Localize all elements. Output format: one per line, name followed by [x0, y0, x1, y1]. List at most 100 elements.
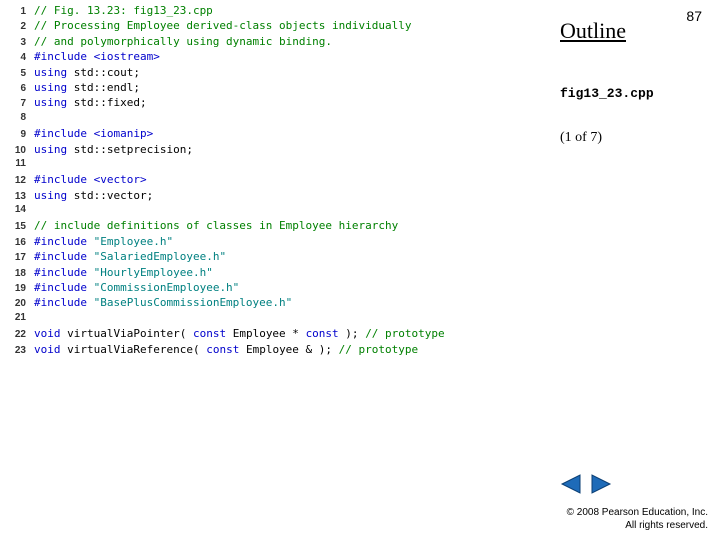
code-token: const [306, 327, 339, 340]
code-token: virtualViaReference( [61, 343, 207, 356]
code-line: 18#include "HourlyEmployee.h" [4, 266, 554, 281]
prev-button[interactable] [560, 474, 582, 494]
line-number: 22 [4, 329, 34, 340]
code-line: 7using std::fixed; [4, 96, 554, 111]
code-token: Employee * [226, 327, 305, 340]
code-line: 12#include <vector> [4, 173, 554, 188]
code-listing: 1// Fig. 13.23: fig13_23.cpp2// Processi… [4, 4, 554, 358]
line-number: 11 [4, 158, 34, 169]
line-number: 19 [4, 283, 34, 294]
code-token: <iostream> [94, 50, 160, 63]
code-token: #include [34, 235, 94, 248]
line-number: 2 [4, 21, 34, 32]
code-token: "Employee.h" [94, 235, 173, 248]
triangle-right-icon [590, 474, 612, 494]
code-line: 22void virtualViaPointer( const Employee… [4, 327, 554, 342]
line-number: 20 [4, 298, 34, 309]
code-token: #include [34, 296, 94, 309]
code-token: "SalariedEmployee.h" [94, 250, 226, 263]
code-token: Employee & ); [239, 343, 338, 356]
code-token: #include [34, 250, 94, 263]
line-number: 15 [4, 221, 34, 232]
code-line: 1// Fig. 13.23: fig13_23.cpp [4, 4, 554, 19]
code-line: 3// and polymorphically using dynamic bi… [4, 35, 554, 50]
code-line: 17#include "SalariedEmployee.h" [4, 250, 554, 265]
code-token: "HourlyEmployee.h" [94, 266, 213, 279]
line-number: 1 [4, 6, 34, 17]
code-line: 20#include "BasePlusCommissionEmployee.h… [4, 296, 554, 311]
code-token: using [34, 96, 67, 109]
line-number: 7 [4, 98, 34, 109]
code-line: 8 [4, 112, 554, 127]
code-line: 21 [4, 312, 554, 327]
code-token: void [34, 327, 61, 340]
nav-controls [560, 474, 612, 494]
code-token: using [34, 143, 67, 156]
code-token: // prototype [365, 327, 444, 340]
triangle-left-icon [560, 474, 582, 494]
line-number: 18 [4, 268, 34, 279]
code-token: virtualViaPointer( [61, 327, 193, 340]
line-number: 23 [4, 345, 34, 356]
code-token: using [34, 66, 67, 79]
outline-heading: Outline [560, 18, 626, 44]
line-number: 3 [4, 37, 34, 48]
line-number: 8 [4, 112, 34, 123]
line-number: 5 [4, 68, 34, 79]
line-number: 14 [4, 204, 34, 215]
code-line: 15// include definitions of classes in E… [4, 219, 554, 234]
code-line: 4#include <iostream> [4, 50, 554, 65]
code-token: std::fixed; [67, 96, 146, 109]
copyright-text: © 2008 Pearson Education, Inc. All right… [558, 507, 708, 532]
line-number: 16 [4, 237, 34, 248]
code-line: 2// Processing Employee derived-class ob… [4, 19, 554, 34]
code-token: #include [34, 281, 94, 294]
code-line: 6using std::endl; [4, 81, 554, 96]
code-token: // prototype [339, 343, 418, 356]
code-line: 5using std::cout; [4, 66, 554, 81]
code-line: 13using std::vector; [4, 189, 554, 204]
code-token: // include definitions of classes in Emp… [34, 219, 398, 232]
code-token: std::vector; [67, 189, 153, 202]
line-number: 21 [4, 312, 34, 323]
line-number: 4 [4, 52, 34, 63]
line-number: 10 [4, 145, 34, 156]
code-token: void [34, 343, 61, 356]
filename-label: fig13_23.cpp [560, 86, 654, 101]
code-line: 19#include "CommissionEmployee.h" [4, 281, 554, 296]
code-token: const [193, 327, 226, 340]
line-number: 13 [4, 191, 34, 202]
code-token: using [34, 189, 67, 202]
line-number: 9 [4, 129, 34, 140]
code-token: // and polymorphically using dynamic bin… [34, 35, 332, 48]
code-token: std::cout; [67, 66, 140, 79]
code-line: 23void virtualViaReference( const Employ… [4, 343, 554, 358]
code-line: 11 [4, 158, 554, 173]
code-token: <vector> [94, 173, 147, 186]
page-indicator: (1 of 7) [560, 130, 602, 146]
slide: 1// Fig. 13.23: fig13_23.cpp2// Processi… [0, 0, 720, 540]
code-token: #include [34, 266, 94, 279]
code-token: #include [34, 173, 94, 186]
next-button[interactable] [590, 474, 612, 494]
line-number: 6 [4, 83, 34, 94]
code-token: <iomanip> [94, 127, 154, 140]
code-line: 10using std::setprecision; [4, 143, 554, 158]
code-line: 16#include "Employee.h" [4, 235, 554, 250]
code-token: using [34, 81, 67, 94]
code-token: // Fig. 13.23: fig13_23.cpp [34, 4, 213, 17]
code-token: std::endl; [67, 81, 140, 94]
code-line: 14 [4, 204, 554, 219]
code-line: 9#include <iomanip> [4, 127, 554, 142]
line-number: 12 [4, 175, 34, 186]
code-token: #include [34, 127, 94, 140]
code-token: // Processing Employee derived-class obj… [34, 19, 412, 32]
code-token: #include [34, 50, 94, 63]
code-token: ); [339, 327, 366, 340]
code-token: "BasePlusCommissionEmployee.h" [94, 296, 293, 309]
code-token: std::setprecision; [67, 143, 193, 156]
code-token: const [206, 343, 239, 356]
slide-number: 87 [686, 8, 702, 24]
code-token: "CommissionEmployee.h" [94, 281, 240, 294]
line-number: 17 [4, 252, 34, 263]
